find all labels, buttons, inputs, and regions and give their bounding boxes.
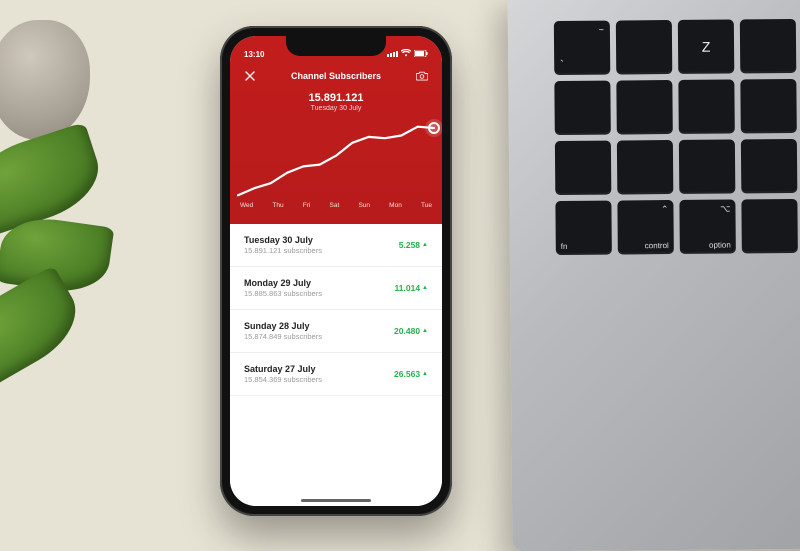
list-item[interactable]: Tuesday 30 July15.891.121 subscribers 5.2… [230,224,442,267]
chart-point-marker[interactable] [428,122,440,134]
laptop-key-fn: fn [555,201,611,255]
laptop-key [679,139,735,193]
chart-x-axis: Wed Thu Fri Sat Sun Mon Tue [230,200,442,215]
laptop-key [554,81,610,135]
row-subscribers: 15.885.863 subscribers [244,289,322,298]
app-header-panel: 13:10 Channel Subs [230,36,442,224]
row-date: Tuesday 30 July [244,235,322,245]
phone-device-frame: 13:10 Channel Subs [220,26,452,516]
nav-bar: Channel Subscribers [230,62,442,88]
close-icon[interactable] [242,68,258,84]
laptop-key [616,80,672,134]
page-title: Channel Subscribers [291,71,381,81]
caret-up-icon: ▲ [422,242,428,248]
laptop-key: Z [678,19,734,73]
signal-icon [387,51,398,57]
home-indicator[interactable] [301,499,371,502]
row-date: Saturday 27 July [244,364,322,374]
chart-axis-label: Thu [272,202,283,209]
row-subscribers: 15.874.849 subscribers [244,332,322,341]
wifi-icon [401,49,411,59]
row-date: Sunday 28 July [244,321,322,331]
laptop-key-control: ⌃ control [617,200,673,254]
laptop-key [555,141,611,195]
laptop-key: ~ ` [554,21,610,75]
phone-screen: 13:10 Channel Subs [230,36,442,506]
list-item[interactable]: Sunday 28 July15.874.849 subscribers 20.4… [230,310,442,353]
row-delta: 26.563▲ [394,369,428,379]
row-date: Monday 29 July [244,278,322,288]
highlight-date: Tuesday 30 July [230,105,442,112]
chart-axis-label: Fri [303,202,311,209]
phone-notch [286,36,386,56]
camera-icon[interactable] [414,68,430,84]
daily-subscribers-list[interactable]: Tuesday 30 July15.891.121 subscribers 5.2… [230,224,442,506]
subscribers-line-chart[interactable]: Wed Thu Fri Sat Sun Mon Tue [230,114,442,224]
caret-up-icon: ▲ [422,371,428,377]
laptop-key [740,19,796,73]
chart-highlight: 15.891.121 Tuesday 30 July [230,88,442,114]
row-delta: 5.258▲ [399,240,428,250]
chart-axis-label: Sun [358,202,370,209]
list-item[interactable]: Saturday 27 July15.854.369 subscribers 26… [230,353,442,396]
chart-axis-label: Sat [330,202,340,209]
caret-up-icon: ▲ [422,285,428,291]
laptop-key [616,20,672,74]
laptop-decoration: ~ ` Z fn ⌃ control ⌥ option [508,0,800,551]
laptop-key [678,79,734,133]
chart-axis-label: Mon [389,202,402,209]
laptop-key [617,140,673,194]
laptop-key [741,139,797,193]
row-subscribers: 15.854.369 subscribers [244,375,322,384]
chart-axis-label: Tue [421,202,432,209]
row-subscribers: 15.891.121 subscribers [244,246,322,255]
chart-axis-label: Wed [240,202,253,209]
row-delta: 20.480▲ [394,326,428,336]
laptop-key-option: ⌥ option [679,199,735,253]
caret-up-icon: ▲ [422,328,428,334]
highlight-value: 15.891.121 [230,92,442,104]
battery-icon [414,50,428,59]
plant-decoration [0,20,140,400]
row-delta: 11.014▲ [395,283,428,293]
status-time: 13:10 [244,50,264,59]
laptop-key [740,79,796,133]
laptop-key [741,199,797,253]
list-item[interactable]: Monday 29 July15.885.863 subscribers 11.0… [230,267,442,310]
